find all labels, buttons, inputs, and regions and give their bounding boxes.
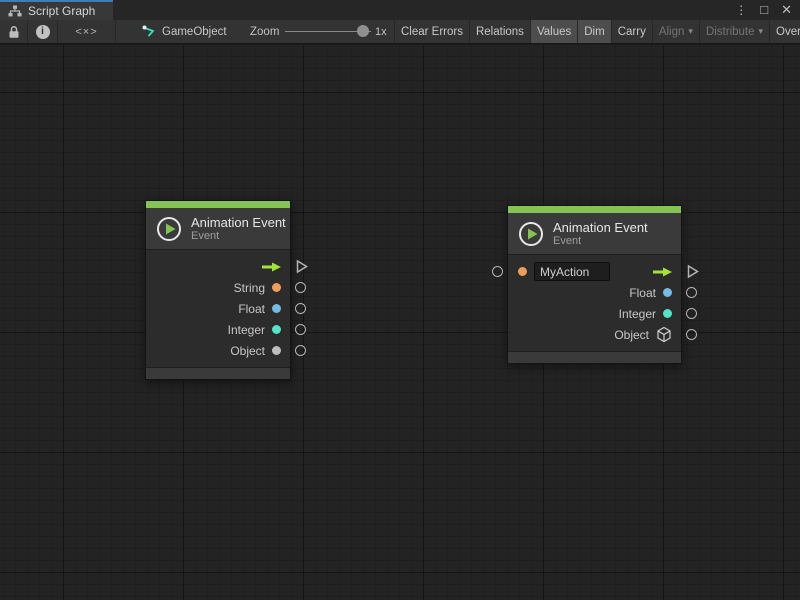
zoom-slider[interactable] [285,20,371,43]
output-row-integer: Integer [146,319,290,340]
close-icon[interactable]: ✕ [781,0,792,20]
cube-icon [656,326,672,343]
name-input-port[interactable] [492,266,503,277]
dim-button[interactable]: Dim [577,20,610,43]
output-row-integer: Integer [508,303,681,324]
lock-button[interactable] [0,20,28,43]
string-dot-icon [272,283,281,292]
node-header[interactable]: Animation Event Event [508,213,681,255]
integer-output-port[interactable] [295,324,306,335]
node-animation-event-1[interactable]: Animation Event Event [145,200,291,380]
clear-errors-button[interactable]: Clear Errors [394,20,469,43]
align-button[interactable]: Align ▾ [652,20,699,43]
target-gameobject[interactable]: GameObject [141,20,227,43]
toolbar-button-group: Clear Errors Relations Values Dim Carry … [394,20,800,43]
name-input-row [508,261,681,282]
output-row-string: String [146,277,290,298]
tab-script-graph[interactable]: Script Graph [0,0,113,20]
window-menu-icon[interactable]: ⋮ [735,0,747,20]
maximize-icon[interactable]: □ [760,0,768,20]
distribute-button[interactable]: Distribute ▾ [699,20,769,43]
integer-dot-icon [272,325,281,334]
values-button[interactable]: Values [530,20,577,43]
info-icon: i [36,25,50,39]
target-label: GameObject [162,26,227,38]
float-dot-icon [272,304,281,313]
flow-output-port[interactable] [296,259,308,274]
float-output-port[interactable] [686,287,697,298]
string-dot-icon [518,267,527,276]
flow-output-row [146,256,290,277]
zoom-value: 1x [375,20,387,43]
action-name-field[interactable] [534,262,610,281]
output-row-float: Float [146,298,290,319]
graph-icon [8,5,22,17]
chevron-down-icon: ▾ [688,26,693,37]
output-row-object: Object [146,340,290,361]
node-accent-bar [508,206,681,213]
output-row-float: Float [508,282,681,303]
tab-title: Script Graph [28,4,95,18]
carry-button[interactable]: Carry [611,20,652,43]
integer-dot-icon [663,309,672,318]
node-title: Animation Event [191,215,286,230]
relations-button[interactable]: Relations [469,20,530,43]
flow-output-port[interactable] [687,264,699,279]
node-footer [146,367,290,379]
node-subtitle: Event [191,230,286,243]
node-accent-bar [146,201,290,208]
node-header[interactable]: Animation Event Event [146,208,290,250]
integer-output-port[interactable] [686,308,697,319]
flow-arrow-icon [260,261,282,273]
unity-visual-scripting-window: Script Graph ⋮ □ ✕ i <×> [0,0,800,600]
zoom-slider-handle[interactable] [357,25,369,37]
object-output-port[interactable] [686,329,697,340]
play-circle-icon [518,221,544,247]
node-title: Animation Event [553,220,648,235]
output-row-object: Object [508,324,681,345]
node-footer [508,351,681,363]
node-animation-event-2[interactable]: Animation Event Event [507,205,682,364]
float-dot-icon [663,288,672,297]
float-output-port[interactable] [295,303,306,314]
embed-icon: <×> [75,26,97,38]
tab-bar: Script Graph ⋮ □ ✕ [0,0,800,20]
object-output-port[interactable] [295,345,306,356]
string-output-port[interactable] [295,282,306,293]
object-dot-icon [272,346,281,355]
flow-arrow-icon [651,266,673,278]
window-controls: ⋮ □ ✕ [735,0,792,20]
node-body: Float Integer Object [508,255,681,351]
graph-canvas[interactable]: Animation Event Event [0,44,800,600]
embed-code-button[interactable]: <×> [58,20,116,43]
play-circle-icon [156,216,182,242]
node-subtitle: Event [553,235,648,248]
script-graph-asset-icon [141,24,156,39]
node-body: String Float Integer Object [146,250,290,367]
lock-icon [8,25,20,39]
chevron-down-icon: ▾ [759,26,764,37]
info-button[interactable]: i [28,20,58,43]
graph-toolbar: i <×> GameObject Zoom 1x Clear Errors R [0,20,800,44]
overview-button[interactable]: Overv [769,20,800,43]
zoom-label: Zoom [250,20,279,43]
